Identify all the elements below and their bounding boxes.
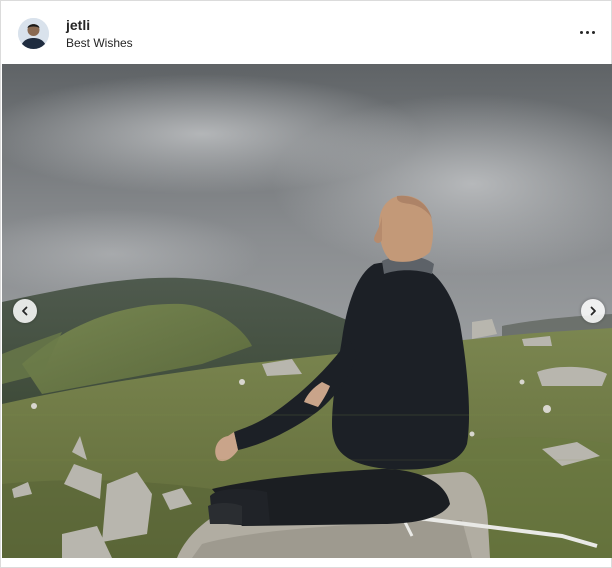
location-link[interactable]: Best Wishes bbox=[66, 35, 133, 51]
next-photo-button[interactable] bbox=[581, 299, 605, 323]
post-header: jetli Best Wishes bbox=[1, 1, 611, 63]
chevron-right-icon bbox=[590, 306, 596, 316]
more-options-button[interactable] bbox=[575, 21, 599, 43]
more-options-icon bbox=[579, 30, 583, 34]
avatar-image bbox=[18, 18, 49, 49]
more-options-icon bbox=[591, 30, 595, 34]
previous-photo-button[interactable] bbox=[13, 299, 37, 323]
chevron-left-icon bbox=[22, 306, 28, 316]
user-info: jetli Best Wishes bbox=[66, 16, 133, 51]
post-card: jetli Best Wishes bbox=[0, 0, 612, 568]
post-photo[interactable] bbox=[2, 64, 612, 558]
username-link[interactable]: jetli bbox=[66, 16, 133, 34]
more-options-icon bbox=[585, 30, 589, 34]
photo-meditation-mountain bbox=[2, 64, 612, 558]
avatar[interactable] bbox=[18, 18, 49, 49]
